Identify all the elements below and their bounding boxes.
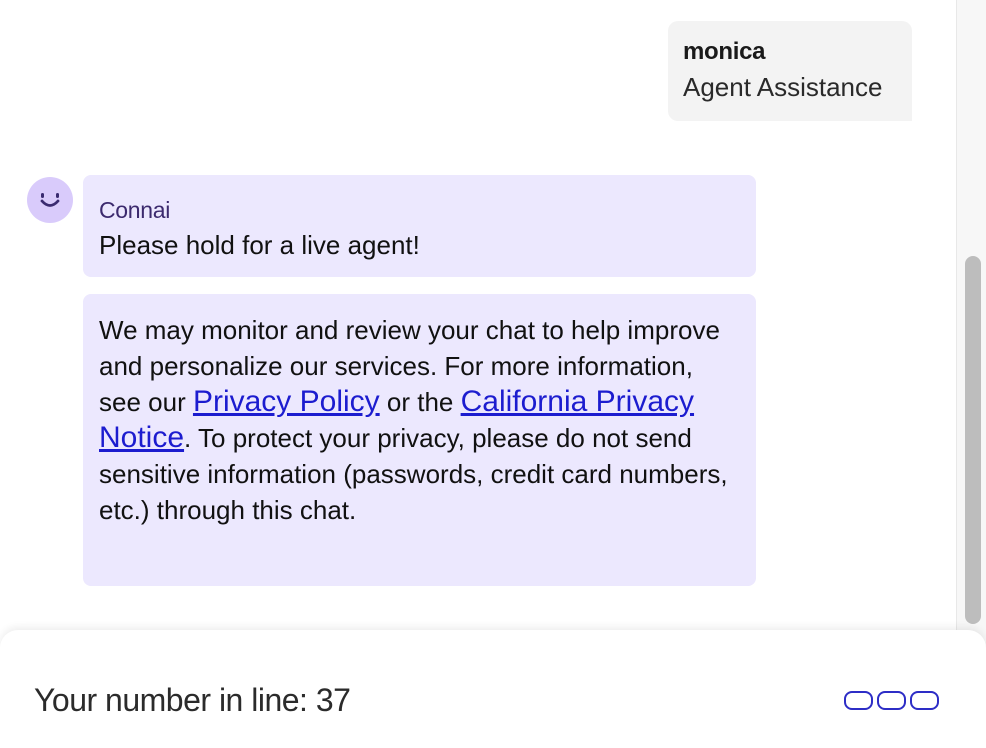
- user-message-bubble: monica Agent Assistance: [668, 21, 912, 121]
- typing-dot: [844, 691, 873, 710]
- bot-message-sender: Connai: [99, 197, 171, 223]
- privacy-policy-link[interactable]: Privacy Policy: [193, 385, 380, 418]
- typing-dot: [877, 691, 906, 710]
- privacy-notice-bubble: We may monitor and review your chat to h…: [83, 294, 756, 586]
- notice-text-part-2: or the: [379, 387, 461, 417]
- typing-dot: [910, 691, 939, 710]
- bot-message-bubble: Connai Please hold for a live agent!: [83, 175, 756, 277]
- bot-avatar: [27, 177, 73, 223]
- user-message-sender: monica: [683, 38, 766, 65]
- user-message-text: Agent Assistance: [683, 72, 883, 102]
- scrollbar-thumb[interactable]: [965, 256, 981, 624]
- privacy-notice-text: We may monitor and review your chat to h…: [99, 312, 728, 528]
- smiley-face-icon: [40, 193, 60, 207]
- notice-text-part-3: . To protect your privacy, please do not…: [99, 423, 728, 525]
- queue-footer: Your number in line: 37: [0, 630, 986, 748]
- bot-message-text: Please hold for a live agent!: [99, 230, 420, 260]
- typing-dots-icon: [844, 691, 939, 710]
- queue-position-text: Your number in line: 37: [34, 682, 351, 718]
